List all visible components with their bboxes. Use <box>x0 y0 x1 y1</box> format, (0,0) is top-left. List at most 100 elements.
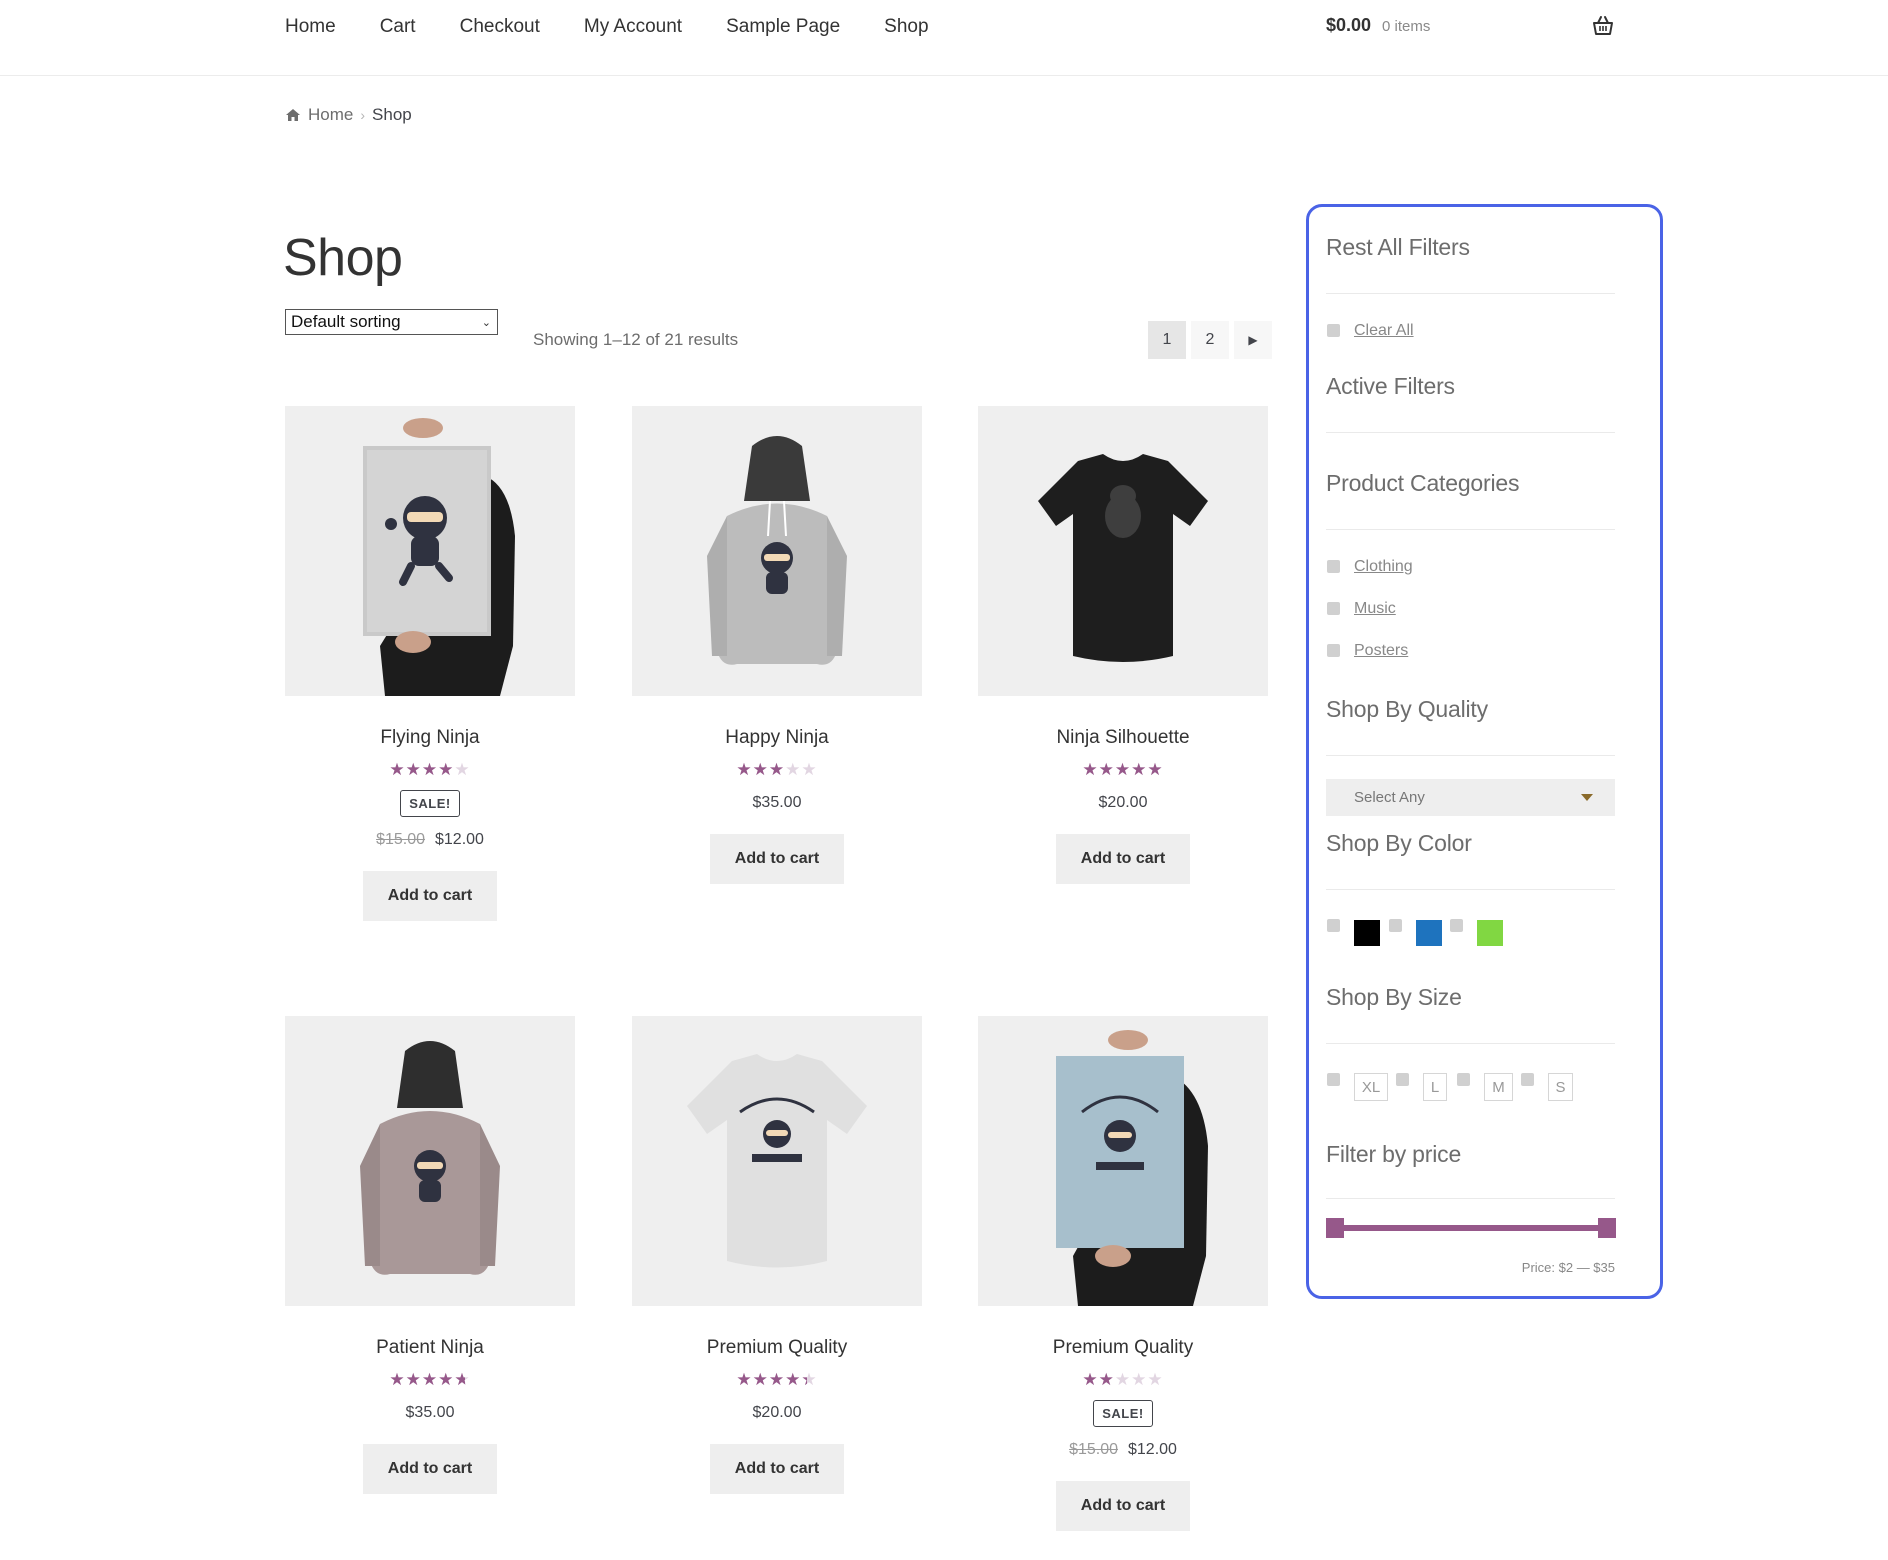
add-to-cart-button[interactable]: Add to cart <box>709 834 845 884</box>
sorting-select[interactable]: Default sorting ⌄ <box>285 309 498 335</box>
product-card: Happy Ninja ★★★★★★★★★★ $35.00 Add to car… <box>632 406 922 884</box>
size-checkbox[interactable] <box>1396 1073 1409 1086</box>
product-image-tshirt[interactable] <box>632 1016 922 1306</box>
price-slider-max-handle[interactable] <box>1598 1218 1616 1238</box>
sorting-value: Default sorting <box>291 312 401 331</box>
category-posters[interactable]: Posters <box>1354 642 1408 660</box>
add-to-cart-button[interactable]: Add to cart <box>709 1444 845 1494</box>
nav-my-account[interactable]: My Account <box>584 14 682 40</box>
size-xl[interactable]: XL <box>1354 1073 1388 1101</box>
chevron-down-icon: ⌄ <box>481 317 491 329</box>
color-checkbox[interactable] <box>1327 919 1340 932</box>
add-to-cart-button[interactable]: Add to cart <box>1055 834 1191 884</box>
category-checkbox[interactable] <box>1327 560 1340 573</box>
basket-icon[interactable] <box>1592 15 1614 37</box>
color-swatch-blue[interactable] <box>1416 920 1442 946</box>
nav-cart[interactable]: Cart <box>380 14 416 40</box>
current-price: $12.00 <box>1128 1441 1177 1458</box>
product-image-hoodie[interactable] <box>632 406 922 696</box>
nav-sample-page[interactable]: Sample Page <box>726 14 840 40</box>
size-checkbox[interactable] <box>1327 1073 1340 1086</box>
color-checkbox[interactable] <box>1389 919 1402 932</box>
price-slider-min-handle[interactable] <box>1326 1218 1344 1238</box>
old-price: $15.00 <box>376 831 425 848</box>
product-title[interactable]: Ninja Silhouette <box>978 726 1268 750</box>
product-rating: ★★★★★★★★★★ <box>632 760 922 780</box>
nav-home[interactable]: Home <box>285 14 336 40</box>
quality-select[interactable]: Select Any <box>1326 779 1615 816</box>
product-title[interactable]: Premium Quality <box>632 1336 922 1360</box>
product-card: Flying Ninja ★★★★★★★★★★ SALE! $15.00 $12.… <box>285 406 575 921</box>
product-price: $35.00 <box>632 794 922 812</box>
divider <box>1326 529 1615 530</box>
clear-all-link[interactable]: Clear All <box>1354 322 1414 340</box>
divider <box>1326 755 1615 756</box>
product-title[interactable]: Flying Ninja <box>285 726 575 750</box>
add-to-cart-button[interactable]: Add to cart <box>362 871 498 921</box>
product-title[interactable]: Patient Ninja <box>285 1336 575 1360</box>
nav-shop[interactable]: Shop <box>884 14 928 40</box>
breadcrumb: Home › Shop <box>285 105 412 125</box>
pagination: 1 2 ▶ <box>1148 321 1272 359</box>
shop-by-quality-title: Shop By Quality <box>1326 696 1488 722</box>
product-card: Premium Quality ★★★★★★★★★★ SALE! $15.00$… <box>978 1016 1268 1531</box>
product-rating: ★★★★★★★★★★ <box>285 760 575 780</box>
product-title[interactable]: Happy Ninja <box>632 726 922 750</box>
add-to-cart-button[interactable]: Add to cart <box>1055 1481 1191 1531</box>
caret-down-icon <box>1581 794 1593 801</box>
product-card: Premium Quality ★★★★★★★★★★ $20.00 Add to… <box>632 1016 922 1494</box>
color-swatch-black[interactable] <box>1354 920 1380 946</box>
product-price: $15.00 $12.00 <box>978 1441 1268 1459</box>
size-checkbox[interactable] <box>1457 1073 1470 1086</box>
product-rating: ★★★★★★★★★★ <box>285 1370 575 1390</box>
page-1: 1 <box>1148 321 1186 359</box>
add-to-cart-button[interactable]: Add to cart <box>362 1444 498 1494</box>
star-rating-icon: ★★★★★★★★★★ <box>1082 1370 1164 1390</box>
nav-checkout[interactable]: Checkout <box>460 14 540 40</box>
reset-filters-title: Rest All Filters <box>1326 234 1470 260</box>
product-price: $15.00 $12.00 <box>285 831 575 849</box>
product-price: $35.00 <box>285 1404 575 1422</box>
size-l[interactable]: L <box>1423 1073 1447 1101</box>
header-cart-count[interactable]: 0 items <box>1382 18 1430 35</box>
divider <box>1326 889 1615 890</box>
breadcrumb-separator: › <box>360 107 366 123</box>
product-image-poster[interactable] <box>285 406 575 696</box>
active-filters-title: Active Filters <box>1326 373 1455 399</box>
primary-navigation: Home Cart Checkout My Account Sample Pag… <box>285 14 929 40</box>
price-slider[interactable] <box>1326 1218 1616 1238</box>
header-cart-total[interactable]: $0.00 <box>1326 15 1371 36</box>
size-s[interactable]: S <box>1548 1073 1573 1101</box>
product-image-poster[interactable] <box>978 1016 1268 1306</box>
product-image-hoodie[interactable] <box>285 1016 575 1306</box>
size-m[interactable]: M <box>1484 1073 1513 1101</box>
category-music[interactable]: Music <box>1354 600 1396 618</box>
product-title[interactable]: Premium Quality <box>978 1336 1268 1360</box>
old-price: $15.00 <box>1069 1441 1118 1458</box>
breadcrumb-home[interactable]: Home <box>308 105 353 125</box>
size-checkbox[interactable] <box>1521 1073 1534 1086</box>
product-image-tshirt[interactable] <box>978 406 1268 696</box>
product-card: Patient Ninja ★★★★★ ★★★★★ $35.00 Add to c… <box>285 1016 575 1494</box>
current-price: $35.00 <box>405 1404 455 1421</box>
page-2[interactable]: 2 <box>1191 321 1229 359</box>
current-price: $35.00 <box>752 794 802 811</box>
clear-all-checkbox[interactable] <box>1327 324 1340 337</box>
product-rating: ★★★★★★★★★★ <box>632 1370 922 1390</box>
category-checkbox[interactable] <box>1327 602 1340 615</box>
shop-by-size-title: Shop By Size <box>1326 984 1462 1010</box>
price-range-label: Price: $2 — $35 <box>1521 1260 1615 1275</box>
product-categories-title: Product Categories <box>1326 470 1520 496</box>
result-count: Showing 1–12 of 21 results <box>533 330 739 349</box>
color-swatch-green[interactable] <box>1477 920 1503 946</box>
filter-by-price-title: Filter by price <box>1326 1141 1462 1167</box>
quality-select-value: Select Any <box>1354 789 1425 806</box>
category-clothing[interactable]: Clothing <box>1354 558 1413 576</box>
category-checkbox[interactable] <box>1327 644 1340 657</box>
divider <box>1326 293 1615 294</box>
divider <box>1326 1043 1615 1044</box>
product-card: Ninja Silhouette ★★★★★ ★★★★★ $20.00 Add t… <box>978 406 1268 884</box>
current-price: $20.00 <box>752 1404 802 1421</box>
color-checkbox[interactable] <box>1450 919 1463 932</box>
next-page-icon[interactable]: ▶ <box>1234 321 1272 359</box>
